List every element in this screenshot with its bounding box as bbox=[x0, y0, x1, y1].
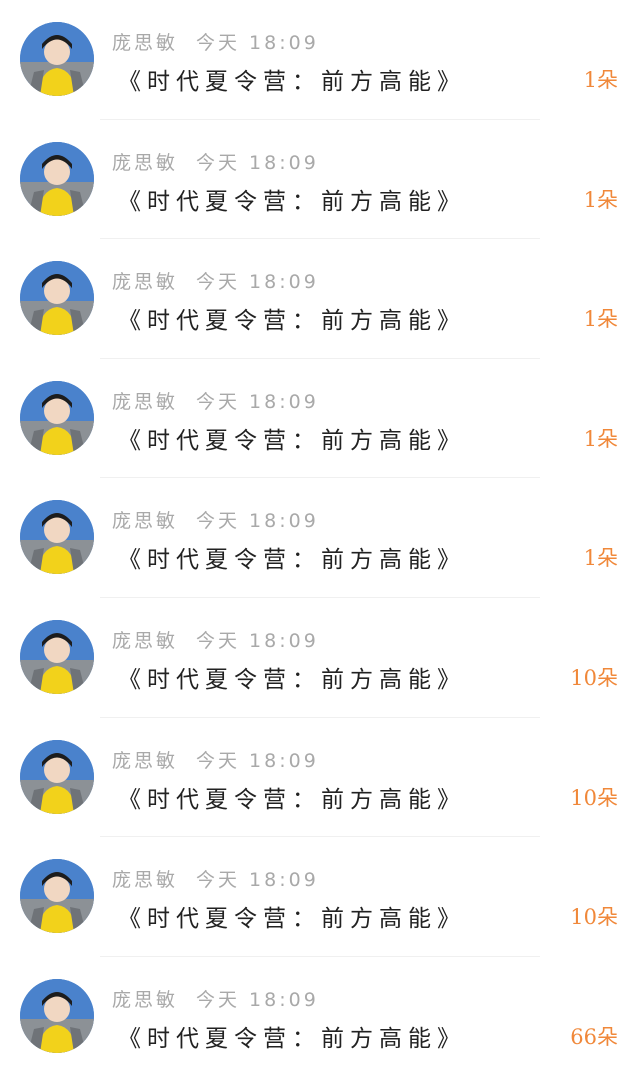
record-meta: 庞思敏 今天 18:09 bbox=[112, 985, 319, 1012]
avatar[interactable] bbox=[20, 859, 94, 934]
record-meta: 庞思敏 今天 18:09 bbox=[112, 746, 319, 773]
user-name: 庞思敏 bbox=[112, 510, 179, 533]
avatar-image-icon bbox=[20, 22, 94, 96]
avatar[interactable] bbox=[20, 619, 94, 694]
avatar[interactable] bbox=[20, 380, 94, 455]
flower-count: 10朵 bbox=[570, 665, 618, 690]
record-meta: 庞思敏 今天 18:09 bbox=[112, 267, 319, 294]
program-title: 《时代夏令营：前方高能》 bbox=[118, 1025, 466, 1052]
record-time: 今天 18:09 bbox=[196, 869, 319, 892]
record-time: 今天 18:09 bbox=[196, 749, 319, 772]
program-title: 《时代夏令营：前方高能》 bbox=[118, 69, 466, 95]
avatar-image-icon bbox=[20, 141, 94, 216]
record-time: 今天 18:09 bbox=[196, 151, 319, 174]
flower-count: 1朵 bbox=[583, 307, 618, 332]
flower-count: 1朵 bbox=[583, 187, 618, 212]
avatar[interactable] bbox=[20, 22, 94, 96]
avatar-image-icon bbox=[20, 380, 94, 455]
list-item[interactable]: 庞思敏 今天 18:09 《时代夏令营：前方高能》 1朵 bbox=[0, 478, 640, 598]
flower-count: 1朵 bbox=[583, 546, 618, 571]
user-name: 庞思敏 bbox=[112, 629, 179, 652]
record-meta: 庞思敏 今天 18:09 bbox=[112, 28, 319, 55]
record-time: 今天 18:09 bbox=[196, 32, 319, 54]
flower-count: 10朵 bbox=[570, 785, 618, 810]
list-item[interactable]: 庞思敏 今天 18:09 《时代夏令营：前方高能》 10朵 bbox=[0, 718, 640, 838]
record-meta: 庞思敏 今天 18:09 bbox=[112, 626, 319, 653]
program-title: 《时代夏令营：前方高能》 bbox=[118, 786, 466, 813]
record-meta: 庞思敏 今天 18:09 bbox=[112, 506, 319, 533]
list-item[interactable]: 庞思敏 今天 18:09 《时代夏令营：前方高能》 1朵 bbox=[0, 0, 640, 120]
flower-count: 1朵 bbox=[583, 68, 618, 92]
program-title: 《时代夏令营：前方高能》 bbox=[118, 547, 466, 574]
flower-count: 10朵 bbox=[570, 905, 618, 930]
record-time: 今天 18:09 bbox=[196, 390, 319, 413]
avatar[interactable] bbox=[20, 261, 94, 336]
program-title: 《时代夏令营：前方高能》 bbox=[118, 308, 466, 335]
program-title: 《时代夏令营：前方高能》 bbox=[118, 188, 466, 215]
user-name: 庞思敏 bbox=[112, 151, 179, 174]
flower-count: 66朵 bbox=[570, 1024, 618, 1049]
program-title: 《时代夏令营：前方高能》 bbox=[118, 906, 466, 933]
flower-count: 1朵 bbox=[583, 426, 618, 451]
avatar-image-icon bbox=[20, 978, 94, 1053]
list-item[interactable]: 庞思敏 今天 18:09 《时代夏令营：前方高能》 1朵 bbox=[0, 359, 640, 479]
list-item[interactable]: 庞思敏 今天 18:09 《时代夏令营：前方高能》 1朵 bbox=[0, 120, 640, 240]
record-time: 今天 18:09 bbox=[196, 510, 319, 533]
user-name: 庞思敏 bbox=[112, 32, 179, 54]
user-name: 庞思敏 bbox=[112, 749, 179, 772]
record-time: 今天 18:09 bbox=[196, 988, 319, 1011]
program-title: 《时代夏令营：前方高能》 bbox=[118, 427, 466, 454]
record-time: 今天 18:09 bbox=[196, 271, 319, 294]
avatar[interactable] bbox=[20, 141, 94, 216]
avatar[interactable] bbox=[20, 500, 94, 575]
record-meta: 庞思敏 今天 18:09 bbox=[112, 865, 319, 892]
user-name: 庞思敏 bbox=[112, 271, 179, 294]
list-item[interactable]: 庞思敏 今天 18:09 《时代夏令营：前方高能》 10朵 bbox=[0, 598, 640, 718]
list-item[interactable]: 庞思敏 今天 18:09 《时代夏令营：前方高能》 10朵 bbox=[0, 837, 640, 957]
avatar-image-icon bbox=[20, 619, 94, 694]
avatar-image-icon bbox=[20, 859, 94, 934]
list-item[interactable]: 庞思敏 今天 18:09 《时代夏令营：前方高能》 66朵 bbox=[0, 957, 640, 1077]
avatar-image-icon bbox=[20, 739, 94, 814]
gift-record-list: 庞思敏 今天 18:09 《时代夏令营：前方高能》 1朵 庞思敏 今天 18:09 … bbox=[0, 0, 640, 1076]
list-item[interactable]: 庞思敏 今天 18:09 《时代夏令营：前方高能》 1朵 bbox=[0, 239, 640, 359]
program-title: 《时代夏令营：前方高能》 bbox=[118, 666, 466, 693]
user-name: 庞思敏 bbox=[112, 988, 179, 1011]
avatar-image-icon bbox=[20, 500, 94, 575]
record-time: 今天 18:09 bbox=[196, 629, 319, 652]
avatar-image-icon bbox=[20, 261, 94, 336]
user-name: 庞思敏 bbox=[112, 869, 179, 892]
user-name: 庞思敏 bbox=[112, 390, 179, 413]
avatar[interactable] bbox=[20, 739, 94, 814]
record-meta: 庞思敏 今天 18:09 bbox=[112, 387, 319, 414]
avatar[interactable] bbox=[20, 978, 94, 1053]
record-meta: 庞思敏 今天 18:09 bbox=[112, 148, 319, 175]
